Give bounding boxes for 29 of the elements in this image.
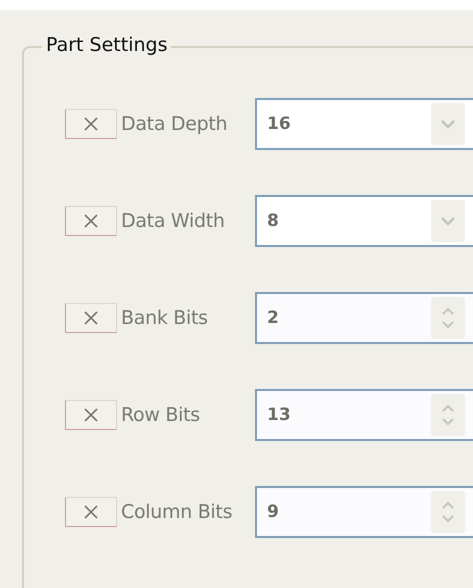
cross-icon — [83, 116, 99, 132]
checkbox[interactable] — [65, 497, 117, 527]
arrow-down-icon — [441, 418, 455, 426]
arrow-up-icon — [441, 404, 455, 412]
setting-label: Column Bits — [121, 501, 234, 523]
chevron-down-icon — [440, 119, 456, 129]
dropdown-field[interactable]: 8 — [255, 195, 473, 247]
cross-icon — [83, 504, 99, 520]
checkbox[interactable] — [65, 206, 117, 236]
cross-icon — [83, 213, 99, 229]
spin-field[interactable]: 2 — [255, 292, 473, 344]
spin-field[interactable]: 9 — [255, 486, 473, 538]
arrow-up-icon — [441, 307, 455, 315]
checkbox[interactable] — [65, 109, 117, 139]
arrow-down-icon — [441, 515, 455, 523]
checkbox[interactable] — [65, 400, 117, 430]
cross-icon — [83, 407, 99, 423]
spin-field[interactable]: 13 — [255, 389, 473, 441]
dropdown-field[interactable]: 16 — [255, 98, 473, 150]
setting-label: Row Bits — [121, 404, 201, 426]
setting-label: Data Depth — [121, 113, 228, 135]
arrow-up-icon — [441, 501, 455, 509]
chevron-down-icon — [440, 216, 456, 226]
cross-icon — [83, 310, 99, 326]
setting-label: Bank Bits — [121, 307, 209, 329]
arrow-down-icon — [441, 321, 455, 329]
group-title: Part Settings — [42, 34, 172, 56]
checkbox[interactable] — [65, 303, 117, 333]
setting-label: Data Width — [121, 210, 226, 232]
